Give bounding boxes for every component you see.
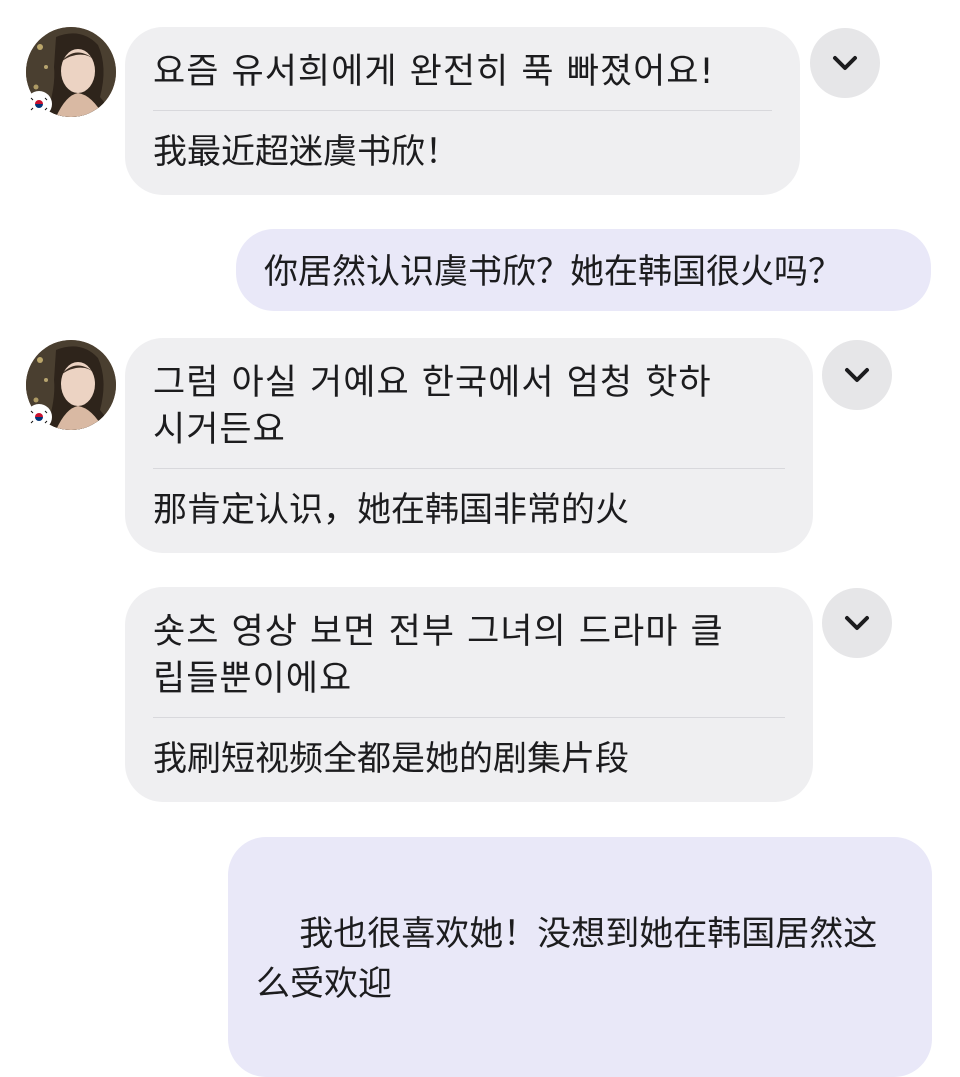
message-text: 你居然认识虞书欣？她在韩国很火吗？: [264, 252, 842, 292]
chevron-down-icon: [845, 616, 869, 630]
translated-text: 那肯定认识，她在韩国非常的火: [153, 490, 629, 530]
outgoing-message-bubble[interactable]: 我也很喜欢她！没想到她在韩国居然这 么受欢迎: [228, 837, 932, 1077]
original-text: 숏츠 영상 보면 전부 그녀의 드라마 클 립들뿐이에요: [153, 612, 724, 699]
translation-divider: [153, 717, 785, 718]
chevron-down-icon: [833, 56, 857, 70]
chevron-down-icon: [845, 368, 869, 382]
translated-text: 我刷短视频全都是她的剧集片段: [153, 739, 629, 779]
original-text: 요즘 유서희에게 완전히 푹 빠졌어요!: [153, 52, 715, 92]
translation-divider: [153, 468, 785, 469]
expand-translation-button[interactable]: [810, 28, 880, 98]
avatar[interactable]: [26, 340, 116, 430]
south-korea-flag-icon: [28, 406, 50, 428]
south-korea-flag-icon: [28, 93, 50, 115]
message-text: 我也很喜欢她！没想到她在韩国居然这 么受欢迎: [256, 914, 878, 1004]
incoming-message-bubble[interactable]: 숏츠 영상 보면 전부 그녀의 드라마 클 립들뿐이에요 我刷短视频全都是她的剧…: [125, 587, 813, 802]
incoming-message-bubble[interactable]: 그럼 아실 거예요 한국에서 엄청 핫하 시거든요 那肯定认识，她在韩国非常的火: [125, 338, 813, 553]
chat-conversation: 요즘 유서희에게 완전히 푹 빠졌어요! 我最近超迷虞书欣！ 你居然认识虞书欣？…: [0, 0, 960, 1077]
translated-text: 我最近超迷虞书欣！: [153, 132, 459, 172]
avatar[interactable]: [26, 27, 116, 117]
original-text: 그럼 아실 거예요 한국에서 엄청 핫하 시거든요: [153, 363, 712, 450]
expand-translation-button[interactable]: [822, 340, 892, 410]
incoming-message-bubble[interactable]: 요즘 유서희에게 완전히 푹 빠졌어요! 我最近超迷虞书欣！: [125, 27, 800, 195]
expand-translation-button[interactable]: [822, 588, 892, 658]
translation-divider: [153, 110, 772, 111]
outgoing-message-bubble[interactable]: 你居然认识虞书欣？她在韩国很火吗？: [236, 229, 931, 311]
